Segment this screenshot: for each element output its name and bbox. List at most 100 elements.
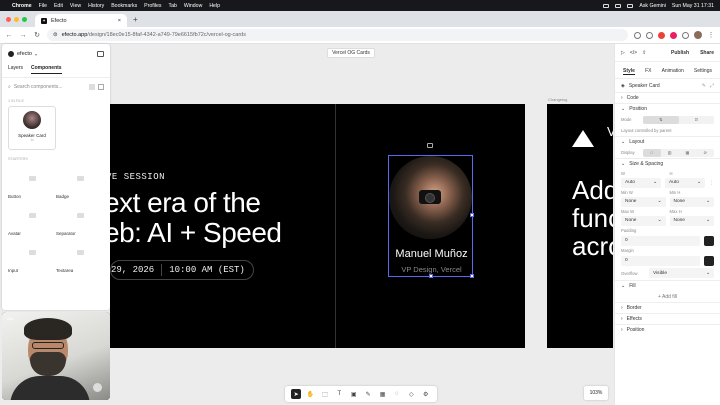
- puzzle-icon[interactable]: [682, 31, 689, 39]
- menu-app[interactable]: Chrome: [12, 3, 32, 9]
- close-tab-icon[interactable]: ×: [118, 18, 121, 24]
- lock-icon[interactable]: [427, 143, 433, 148]
- section-fill[interactable]: ⌄ Fill: [615, 280, 720, 291]
- menu-help[interactable]: Help: [209, 3, 220, 9]
- menu-bookmarks[interactable]: Bookmarks: [111, 3, 137, 9]
- address-bar[interactable]: ⊜ efecto.app/design/18ec0e15-8faf-4342-a…: [47, 29, 628, 41]
- display-block-option[interactable]: □: [643, 148, 661, 157]
- tab-style[interactable]: Style: [623, 68, 635, 75]
- menu-tab[interactable]: Tab: [168, 3, 176, 9]
- margin-lock-icon[interactable]: [704, 255, 714, 266]
- margin-field[interactable]: 0: [621, 255, 700, 266]
- component-separator[interactable]: Separator: [56, 201, 104, 236]
- min-width-field[interactable]: None ⌄: [621, 196, 666, 207]
- section-size[interactable]: ⌄ Size & Spacing: [615, 158, 720, 169]
- section-code[interactable]: › Code: [615, 92, 720, 103]
- zoom-level[interactable]: 103%: [584, 386, 608, 400]
- text-icon[interactable]: T: [334, 389, 344, 399]
- artboard-event-card[interactable]: VE SESSION ext era of the eb: AI + Speed…: [110, 104, 525, 348]
- component-icon[interactable]: ◇: [406, 389, 416, 399]
- share-button[interactable]: Share: [700, 50, 714, 56]
- image-icon[interactable]: ▣: [349, 389, 359, 399]
- display-none-option[interactable]: ⊘: [696, 149, 714, 157]
- code-icon[interactable]: </>: [630, 50, 637, 56]
- session-label[interactable]: VE SESSION: [110, 172, 165, 182]
- maximize-window-button[interactable]: [22, 17, 27, 22]
- component-search[interactable]: ⌕ Search components...: [8, 82, 104, 92]
- overflow-select[interactable]: Visible ⌄: [649, 268, 714, 278]
- tab-fx[interactable]: FX: [645, 68, 651, 75]
- minimize-window-button[interactable]: [14, 17, 19, 22]
- component-speaker-card[interactable]: Speaker Card 1c: [8, 106, 56, 150]
- component-input[interactable]: Input: [8, 238, 56, 273]
- tab-settings[interactable]: Settings: [694, 68, 712, 75]
- menu-history[interactable]: History: [88, 3, 104, 9]
- share-link-icon[interactable]: ⇪: [642, 50, 646, 56]
- site-info-icon[interactable]: ⊜: [53, 32, 58, 38]
- publish-button[interactable]: Publish: [671, 50, 689, 56]
- max-height-field[interactable]: None ⌄: [669, 215, 714, 226]
- close-window-button[interactable]: [6, 17, 11, 22]
- component-badge[interactable]: Badge: [56, 164, 104, 199]
- forward-icon[interactable]: →: [19, 32, 27, 39]
- grid-view-icon[interactable]: [89, 84, 95, 90]
- extension-pink-icon[interactable]: [670, 31, 677, 39]
- menu-view[interactable]: View: [70, 3, 81, 9]
- profile-avatar[interactable]: [694, 31, 702, 39]
- add-fill-button[interactable]: + Add fill: [658, 294, 677, 300]
- section-border[interactable]: › Border: [615, 302, 720, 313]
- settings-icon[interactable]: ⚙: [421, 389, 431, 399]
- battery-icon[interactable]: [603, 3, 610, 8]
- menu-dots-icon[interactable]: ⋮: [707, 31, 715, 39]
- section-position-2[interactable]: › Position: [615, 324, 720, 335]
- min-height-field[interactable]: None ⌄: [669, 196, 714, 207]
- component-button[interactable]: Button: [8, 164, 56, 199]
- help-button[interactable]: [93, 383, 102, 392]
- artboard-changelog[interactable]: V Add func acro: [547, 104, 613, 348]
- resize-handle-corner[interactable]: [470, 274, 474, 278]
- component-avatar[interactable]: Avatar: [8, 201, 56, 236]
- wifi-icon[interactable]: [615, 3, 622, 8]
- pointer-icon[interactable]: ➤: [291, 389, 302, 399]
- list-view-icon[interactable]: [98, 84, 104, 90]
- resize-handle-bottom[interactable]: [429, 274, 433, 278]
- control-center-icon[interactable]: [627, 3, 634, 8]
- grid-icon[interactable]: ▦: [378, 389, 388, 399]
- tab-components[interactable]: Components: [31, 65, 62, 74]
- headline[interactable]: ext era of the eb: AI + Speed: [110, 188, 282, 248]
- comment-icon[interactable]: ◌: [392, 389, 402, 399]
- extension-icon[interactable]: [646, 31, 653, 39]
- tab-layers[interactable]: Layers: [8, 65, 23, 74]
- padding-field[interactable]: 0: [621, 235, 700, 246]
- display-grid-option[interactable]: ▦: [679, 149, 697, 157]
- back-icon[interactable]: ←: [5, 32, 13, 39]
- menu-profiles[interactable]: Profiles: [144, 3, 161, 9]
- menu-window[interactable]: Window: [184, 3, 202, 9]
- workspace-header[interactable]: efecto ▾: [2, 44, 110, 57]
- mode-segmented[interactable]: ⇅ ⊡: [643, 115, 714, 124]
- browser-tab[interactable]: ✦ Efecto ×: [35, 14, 127, 27]
- edit-icon[interactable]: ✎: [702, 83, 706, 89]
- frame-label[interactable]: Vercel OG Cards: [327, 48, 375, 58]
- play-icon[interactable]: ▷: [621, 50, 625, 56]
- mode-relative-option[interactable]: ⇅: [643, 115, 679, 124]
- hand-icon[interactable]: ✋: [306, 389, 316, 399]
- panel-toggle-icon[interactable]: [97, 51, 104, 57]
- display-flex-option[interactable]: ▥: [661, 149, 679, 157]
- detach-icon[interactable]: ⤢: [710, 83, 714, 89]
- section-effects[interactable]: › Effects: [615, 313, 720, 324]
- bookmark-icon[interactable]: [634, 31, 641, 39]
- speaker-card-selected[interactable]: Manuel Muñoz VP Design, Vercel: [388, 155, 474, 278]
- menu-file[interactable]: File: [39, 3, 47, 9]
- padding-lock-icon[interactable]: [704, 235, 714, 246]
- search-input[interactable]: Search components...: [14, 84, 63, 90]
- ask-gemini[interactable]: Ask Gemini: [639, 3, 666, 9]
- width-field[interactable]: Auto ⌄: [621, 177, 661, 188]
- max-width-field[interactable]: None ⌄: [621, 215, 666, 226]
- date-pill[interactable]: 29, 2026 10:00 AM (EST): [110, 260, 254, 280]
- height-field[interactable]: Auto ⌄: [665, 177, 705, 188]
- section-position[interactable]: ⌄ Position: [615, 103, 720, 114]
- clock[interactable]: Sun May 31 17:31: [672, 3, 714, 9]
- tab-animation[interactable]: Animation: [662, 68, 684, 75]
- extension-red-icon[interactable]: [658, 31, 665, 39]
